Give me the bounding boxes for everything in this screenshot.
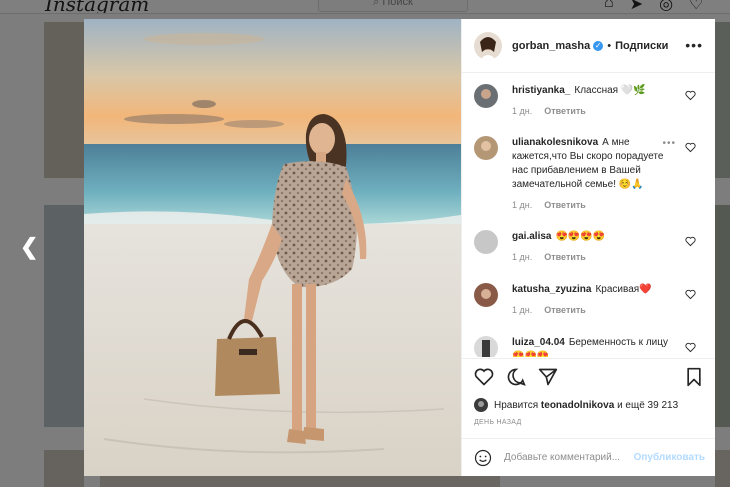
comment-time: 1 дн. [512, 106, 533, 116]
comment-time: 1 дн. [512, 305, 533, 315]
comment-meta: 1 дн. Ответить [512, 200, 704, 210]
comment-meta: 1 дн. Ответить [512, 106, 704, 116]
likes-prefix: Нравится [494, 399, 539, 411]
comment-username[interactable]: katusha_zyuzina [512, 284, 591, 295]
commenter-avatar[interactable] [474, 136, 498, 160]
commenter-avatar[interactable] [474, 84, 498, 108]
more-options-icon[interactable]: ••• [685, 37, 703, 53]
comment-content: Красивая❤️ [595, 284, 652, 295]
commenter-avatar[interactable] [474, 230, 498, 254]
comment-username[interactable]: gai.alisa [512, 231, 551, 242]
add-comment-bar: Опубликовать [462, 438, 715, 476]
comments-list[interactable]: hristiyanka_ Классная 🤍🌿 1 дн. Ответить ul… [462, 74, 715, 357]
comment-text: katusha_zyuzina Красивая❤️ [512, 283, 677, 297]
comment-meta: 1 дн. Ответить [512, 305, 704, 315]
likes-summary: Нравится teonadolnikova и ещё 39 213 [462, 397, 715, 413]
comment-username[interactable]: ulianakolesnikova [512, 137, 598, 148]
comment-item: katusha_zyuzina Красивая❤️ 1 дн. Ответить [474, 283, 704, 315]
post-date[interactable]: ДЕНЬ НАЗАД [462, 413, 715, 426]
following-button[interactable]: Подписки [615, 40, 668, 52]
heart-icon[interactable] [685, 142, 696, 153]
comment-text: ulianakolesnikova А мне кажется,что Вы ск… [512, 136, 677, 192]
commenter-avatar[interactable] [474, 336, 498, 357]
heart-icon[interactable] [685, 90, 696, 101]
action-icons-row [462, 359, 715, 397]
heart-icon[interactable] [685, 289, 696, 300]
header-separator: • [607, 39, 612, 52]
prev-arrow-icon[interactable]: ❮ [20, 234, 38, 260]
bookmark-icon[interactable] [685, 367, 703, 387]
comment-text: gai.alisa 😍😍😍😍 [512, 230, 677, 244]
heart-icon[interactable] [685, 342, 696, 353]
reply-button[interactable]: Ответить [544, 252, 586, 262]
post-photo[interactable] [84, 19, 461, 476]
share-icon[interactable] [538, 367, 558, 387]
emoji-icon[interactable] [474, 449, 492, 467]
comment-meta: 1 дн. Ответить [512, 252, 704, 262]
commenter-avatar[interactable] [474, 283, 498, 307]
likes-count[interactable]: и ещё 39 213 [617, 400, 678, 411]
reply-button[interactable]: Ответить [544, 305, 586, 315]
comment-content: 😍😍😍😍 [555, 231, 606, 242]
verified-icon: ✓ [593, 40, 604, 51]
comment-text: luiza_04.04 Беременность к лицу 😍😍😍 [512, 336, 677, 357]
comment-content: Классная 🤍🌿 [574, 85, 646, 96]
author-avatar[interactable] [474, 31, 502, 60]
post-actions: Нравится teonadolnikova и ещё 39 213 ДЕН… [462, 358, 715, 426]
reply-button[interactable]: Ответить [544, 106, 586, 116]
comment-item: gai.alisa 😍😍😍😍 1 дн. Ответить [474, 230, 704, 262]
author-username[interactable]: gorban_masha [512, 40, 590, 52]
comment-username[interactable]: hristiyanka_ [512, 85, 570, 96]
comment-time: 1 дн. [512, 252, 533, 262]
photo-illustration [84, 19, 461, 476]
comment-icon[interactable] [506, 367, 526, 387]
likes-user[interactable]: teonadolnikova [541, 400, 614, 411]
post-header: gorban_masha ✓ • Подписки ••• [462, 19, 715, 73]
comment-item: luiza_04.04 Беременность к лицу 😍😍😍 [474, 336, 704, 357]
comment-item: ulianakolesnikova А мне кажется,что Вы ск… [474, 136, 704, 210]
liker-avatar[interactable] [474, 398, 488, 412]
reply-button[interactable]: Ответить [544, 200, 586, 210]
comment-options-icon[interactable]: ••• [662, 138, 676, 149]
post-side-panel: gorban_masha ✓ • Подписки ••• hristiyank… [461, 19, 715, 476]
comment-item: hristiyanka_ Классная 🤍🌿 1 дн. Ответить [474, 84, 704, 116]
like-heart-icon[interactable] [474, 367, 494, 387]
comment-time: 1 дн. [512, 200, 533, 210]
post-modal: gorban_masha ✓ • Подписки ••• hristiyank… [84, 19, 715, 476]
comment-text: hristiyanka_ Классная 🤍🌿 [512, 84, 677, 98]
publish-button[interactable]: Опубликовать [634, 452, 705, 463]
comment-username[interactable]: luiza_04.04 [512, 337, 565, 348]
heart-icon[interactable] [685, 236, 696, 247]
comment-input[interactable] [504, 452, 634, 463]
